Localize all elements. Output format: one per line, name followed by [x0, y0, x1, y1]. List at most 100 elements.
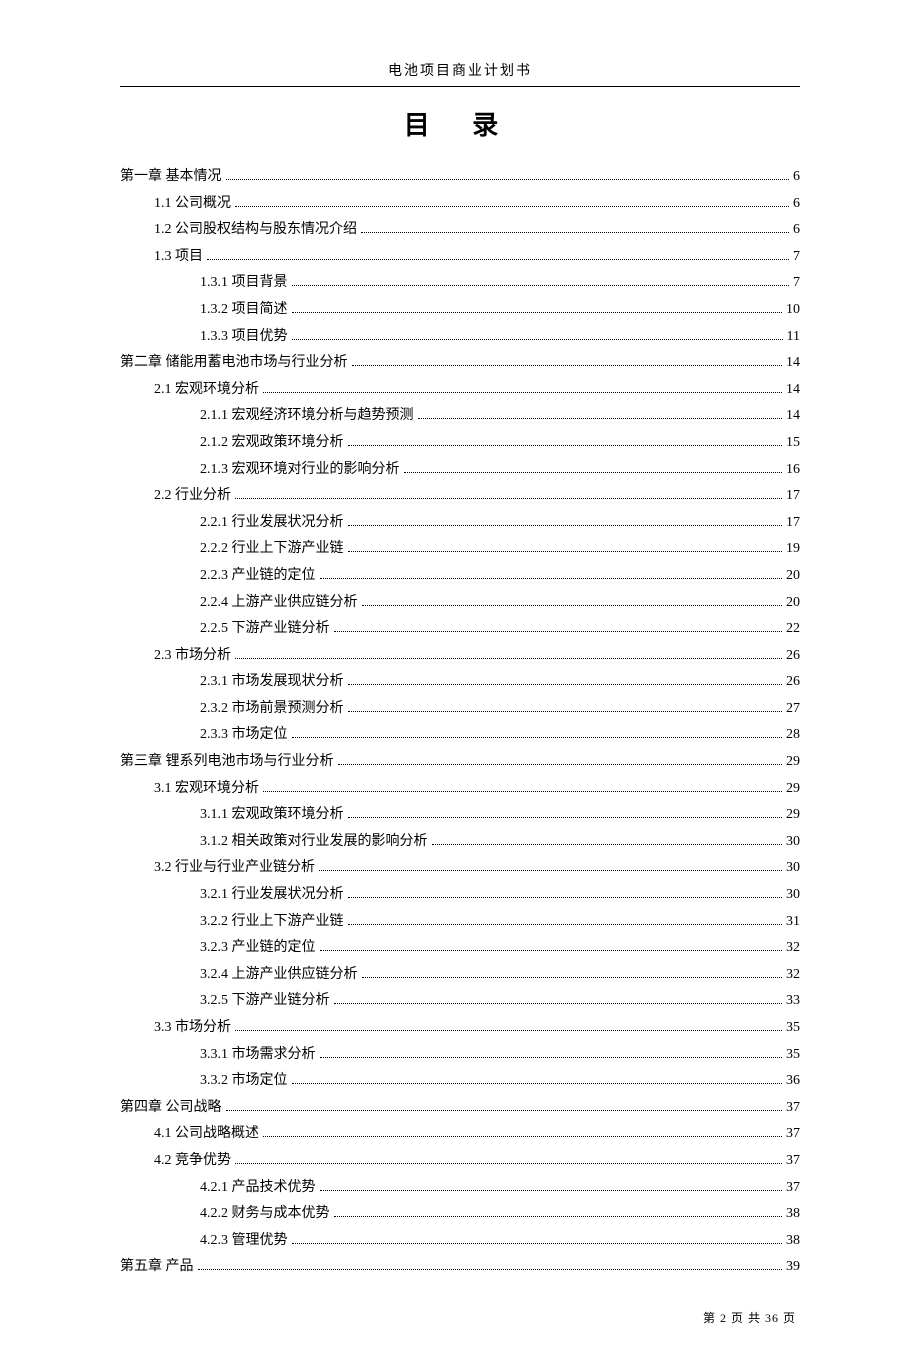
toc-leader-dots — [348, 432, 783, 446]
toc-entry-label: 3.2.1 行业发展状况分析 — [200, 882, 344, 909]
toc-entry[interactable]: 第一章 基本情况6 — [120, 164, 800, 191]
toc-entry[interactable]: 第二章 储能用蓄电池市场与行业分析14 — [120, 350, 800, 377]
toc-entry[interactable]: 2.2.4 上游产业供应链分析20 — [120, 590, 800, 617]
toc-entry[interactable]: 1.3.1 项目背景7 — [120, 270, 800, 297]
toc-entry-page: 17 — [786, 510, 800, 537]
toc-entry[interactable]: 1.3 项目7 — [120, 244, 800, 271]
toc-leader-dots — [348, 672, 783, 686]
toc-entry[interactable]: 4.2.3 管理优势38 — [120, 1228, 800, 1255]
toc-entry[interactable]: 3.2.2 行业上下游产业链31 — [120, 909, 800, 936]
toc-entry-label: 4.2.3 管理优势 — [200, 1228, 288, 1255]
toc-entry[interactable]: 3.2.5 下游产业链分析33 — [120, 988, 800, 1015]
toc-entry[interactable]: 2.3 市场分析26 — [120, 643, 800, 670]
toc-entry[interactable]: 2.3.1 市场发展现状分析26 — [120, 669, 800, 696]
toc-entry-label: 1.3.1 项目背景 — [200, 270, 288, 297]
toc-entry-page: 30 — [786, 855, 800, 882]
toc-entry[interactable]: 4.2.1 产品技术优势37 — [120, 1175, 800, 1202]
toc-entry[interactable]: 3.1.1 宏观政策环境分析 29 — [120, 802, 800, 829]
toc-entry-page: 22 — [786, 616, 800, 643]
page-footer: 第 2 页 共 36 页 — [120, 1309, 800, 1326]
toc-entry-page: 6 — [793, 191, 800, 218]
toc-leader-dots — [404, 459, 783, 473]
toc-entry[interactable]: 3.1.2 相关政策对行业发展的影响分析30 — [120, 829, 800, 856]
toc-entry[interactable]: 4.2.2 财务与成本优势38 — [120, 1201, 800, 1228]
toc-entry[interactable]: 3.3 市场分析35 — [120, 1015, 800, 1042]
toc-entry-page: 37 — [786, 1148, 800, 1175]
toc-entry-page: 6 — [793, 217, 800, 244]
toc-entry-label: 2.1.2 宏观政策环境分析 — [200, 430, 344, 457]
toc-entry[interactable]: 3.2 行业与行业产业链分析30 — [120, 855, 800, 882]
toc-entry-page: 37 — [786, 1095, 800, 1122]
toc-entry-label: 3.1.1 宏观政策环境分析 — [200, 802, 344, 829]
toc-entry-label: 1.3.2 项目简述 — [200, 297, 288, 324]
toc-entry[interactable]: 2.3.3 市场定位28 — [120, 722, 800, 749]
toc-entry-label: 4.2 竞争优势 — [154, 1148, 231, 1175]
page-header-title: 电池项目商业计划书 — [120, 60, 800, 80]
toc-entry-label: 第三章 锂系列电池市场与行业分析 — [120, 749, 334, 776]
toc-leader-dots — [348, 512, 783, 526]
toc-entry-page: 14 — [786, 403, 800, 430]
toc-entry[interactable]: 2.2.3 产业链的定位20 — [120, 563, 800, 590]
toc-entry[interactable]: 2.2.2 行业上下游产业链19 — [120, 536, 800, 563]
toc-entry-label: 2.2.1 行业发展状况分析 — [200, 510, 344, 537]
toc-entry[interactable]: 4.1 公司战略概述37 — [120, 1121, 800, 1148]
toc-entry-page: 31 — [786, 909, 800, 936]
toc-entry[interactable]: 2.2.1 行业发展状况分析 17 — [120, 510, 800, 537]
toc-entry[interactable]: 第四章 公司战略37 — [120, 1095, 800, 1122]
toc-entry[interactable]: 3.1 宏观环境分析29 — [120, 776, 800, 803]
toc-entry[interactable]: 第五章 产品39 — [120, 1254, 800, 1281]
toc-entry[interactable]: 2.2.5 下游产业链分析22 — [120, 616, 800, 643]
toc-entry[interactable]: 3.3.1 市场需求分析 35 — [120, 1042, 800, 1069]
toc-entry[interactable]: 2.1.3 宏观环境对行业的影响分析16 — [120, 457, 800, 484]
toc-entry-page: 35 — [786, 1042, 800, 1069]
toc-entry-label: 2.2.2 行业上下游产业链 — [200, 536, 344, 563]
toc-entry-label: 3.2.5 下游产业链分析 — [200, 988, 330, 1015]
toc-entry[interactable]: 3.3.2 市场定位36 — [120, 1068, 800, 1095]
toc-entry-page: 36 — [786, 1068, 800, 1095]
toc-leader-dots — [334, 991, 783, 1005]
toc-entry-label: 2.1 宏观环境分析 — [154, 377, 259, 404]
toc-entry[interactable]: 3.2.4 上游产业供应链分析32 — [120, 962, 800, 989]
toc-entry[interactable]: 3.2.3 产业链的定位32 — [120, 935, 800, 962]
toc-leader-dots — [263, 778, 782, 792]
toc-leader-dots — [320, 1044, 783, 1058]
toc-entry-label: 3.1.2 相关政策对行业发展的影响分析 — [200, 829, 428, 856]
toc-entry[interactable]: 3.2.1 行业发展状况分析 30 — [120, 882, 800, 909]
toc-entry-label: 2.2 行业分析 — [154, 483, 231, 510]
toc-entry[interactable]: 2.1 宏观环境分析14 — [120, 377, 800, 404]
toc-leader-dots — [320, 1177, 783, 1191]
toc-leader-dots — [292, 299, 783, 313]
toc-entry[interactable]: 2.1.1 宏观经济环境分析与趋势预测14 — [120, 403, 800, 430]
toc-entry-label: 3.3 市场分析 — [154, 1015, 231, 1042]
toc-entry[interactable]: 1.3.3 项目优势11 — [120, 324, 800, 351]
toc-leader-dots — [348, 911, 783, 925]
toc-entry-page: 29 — [786, 802, 800, 829]
toc-leader-dots — [348, 539, 783, 553]
header-rule — [120, 86, 800, 87]
toc-entry-page: 30 — [786, 882, 800, 909]
toc-entry[interactable]: 2.3.2 市场前景预测分析 27 — [120, 696, 800, 723]
toc-entry-label: 1.3 项目 — [154, 244, 203, 271]
toc-entry-page: 26 — [786, 643, 800, 670]
toc-entry[interactable]: 1.2 公司股权结构与股东情况介绍6 — [120, 217, 800, 244]
toc-entry[interactable]: 2.1.2 宏观政策环境分析15 — [120, 430, 800, 457]
toc-entry[interactable]: 1.1 公司概况6 — [120, 191, 800, 218]
toc-entry-label: 3.2.4 上游产业供应链分析 — [200, 962, 358, 989]
toc-entry-label: 4.1 公司战略概述 — [154, 1121, 259, 1148]
toc-entry-label: 3.3.1 市场需求分析 — [200, 1042, 316, 1069]
toc-entry-label: 2.3.2 市场前景预测分析 — [200, 696, 344, 723]
toc-entry[interactable]: 1.3.2 项目简述10 — [120, 297, 800, 324]
toc-leader-dots — [235, 645, 782, 659]
toc-leader-dots — [292, 1071, 783, 1085]
toc-entry[interactable]: 第三章 锂系列电池市场与行业分析29 — [120, 749, 800, 776]
toc-title: 目 录 — [120, 105, 800, 142]
toc-leader-dots — [207, 246, 789, 260]
toc-entry-page: 27 — [786, 696, 800, 723]
toc-leader-dots — [334, 619, 783, 633]
toc-leader-dots — [292, 273, 790, 287]
toc-entry-label: 1.3.3 项目优势 — [200, 324, 288, 351]
toc-entry-page: 28 — [786, 722, 800, 749]
toc-entry[interactable]: 4.2 竞争优势 37 — [120, 1148, 800, 1175]
toc-entry[interactable]: 2.2 行业分析17 — [120, 483, 800, 510]
toc-entry-page: 14 — [786, 350, 800, 377]
